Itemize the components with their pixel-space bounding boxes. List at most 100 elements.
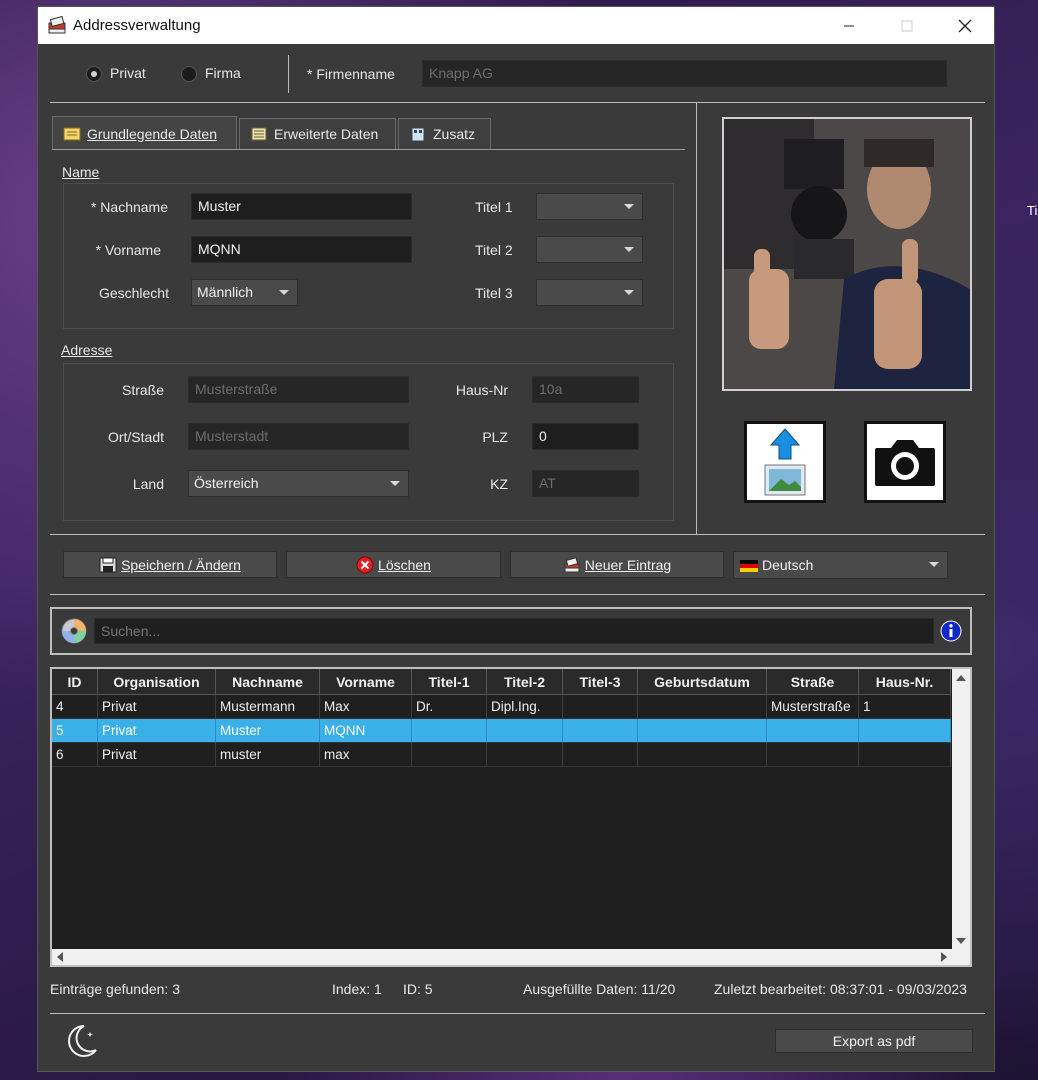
window-title: Addressverwaltung	[73, 17, 201, 34]
tab-zusatz[interactable]: Zusatz	[398, 118, 491, 149]
nachname-input[interactable]: Muster	[191, 193, 412, 220]
vertical-scrollbar[interactable]	[952, 669, 970, 965]
table-row[interactable]: 5 Privat Muster MQNN	[52, 719, 951, 743]
new-entry-button[interactable]: Neuer Eintrag	[510, 551, 724, 578]
photo-image	[724, 119, 970, 389]
ort-input[interactable]: Musterstadt	[188, 423, 409, 450]
column-header[interactable]: Nachname	[216, 669, 320, 695]
save-button[interactable]: Speichern / Ändern	[63, 551, 277, 578]
kz-label: KZ	[490, 476, 508, 492]
scroll-right-icon[interactable]	[940, 952, 948, 962]
table-cell	[412, 743, 487, 767]
strasse-input[interactable]: Musterstraße	[188, 376, 409, 403]
table-cell	[563, 695, 638, 719]
column-header[interactable]: Haus-Nr.	[859, 669, 951, 695]
titel3-label: Titel 3	[475, 285, 513, 301]
strasse-label: Straße	[121, 382, 164, 398]
plz-input[interactable]: 0	[532, 423, 639, 450]
titel1-label: Titel 1	[475, 199, 513, 215]
titel1-select[interactable]	[536, 193, 643, 220]
nachname-label: * Nachname	[90, 199, 168, 215]
ort-label: Ort/Stadt	[107, 429, 164, 445]
firmenname-input[interactable]: Knapp AG	[422, 60, 947, 87]
column-header[interactable]: Titel-1	[412, 669, 487, 695]
kz-input[interactable]: AT	[532, 470, 639, 497]
horizontal-scrollbar[interactable]	[52, 949, 954, 965]
tab-erweiterte-daten[interactable]: Erweiterte Daten	[239, 118, 396, 149]
geschlecht-select[interactable]: Männlich	[191, 279, 298, 306]
maximize-icon	[901, 20, 913, 31]
table-cell: Dipl.Ing.	[487, 695, 563, 719]
filled-status: Ausgefüllte Daten: 11/20	[523, 981, 676, 997]
table-cell	[563, 719, 638, 743]
card-icon	[63, 127, 81, 140]
last-edit-status: Zuletzt bearbeitet: 08:37:01 - 09/03/202…	[714, 981, 967, 997]
profile-photo	[722, 117, 972, 391]
table-cell: Muster	[216, 719, 320, 743]
titel3-select[interactable]	[536, 279, 643, 306]
tab-grundlegende-daten[interactable]: Grundlegende Daten	[52, 116, 237, 150]
save-label: Speichern / Ändern	[121, 556, 241, 573]
table-row[interactable]: 4 Privat Mustermann Max Dr. Dipl.Ing. Musterst…	[52, 695, 951, 719]
table-cell: 6	[52, 743, 98, 767]
scroll-up-icon[interactable]	[956, 674, 966, 682]
geschlecht-label: Geschlecht	[98, 285, 169, 301]
column-header[interactable]: Straße	[767, 669, 859, 695]
maximize-button[interactable]	[884, 7, 930, 44]
table-cell: Dr.	[412, 695, 487, 719]
column-header[interactable]: ID	[52, 669, 98, 695]
chevron-down-icon	[929, 562, 939, 567]
column-header[interactable]: Vorname	[320, 669, 412, 695]
entries-found: Einträge gefunden: 3	[50, 981, 180, 997]
new-entry-label: Neuer Eintrag	[584, 556, 672, 573]
divider	[50, 594, 985, 595]
entries-table: ID Organisation Nachname Vorname Titel-1 Tite…	[50, 667, 972, 967]
table-cell: Max	[320, 695, 412, 719]
language-value: Deutsch	[762, 557, 814, 573]
vorname-input[interactable]: MQNN	[191, 236, 412, 263]
radio-firma-label: Firma	[205, 65, 241, 81]
language-select[interactable]: Deutsch	[733, 551, 948, 579]
column-header[interactable]: Organisation	[98, 669, 216, 695]
export-pdf-button[interactable]: Export as pdf	[775, 1029, 973, 1053]
table-cell: Mustermann	[216, 695, 320, 719]
id-status: ID: 5	[403, 981, 433, 997]
delete-button[interactable]: Löschen	[286, 551, 501, 578]
firmenname-label: * Firmenname	[307, 66, 395, 82]
table-cell	[638, 719, 767, 743]
upload-image-button[interactable]	[744, 421, 826, 503]
radio-firma[interactable]	[181, 66, 197, 82]
radio-privat[interactable]	[86, 66, 102, 82]
table-cell	[767, 719, 859, 743]
table-cell	[412, 719, 487, 743]
chevron-down-icon	[624, 247, 634, 252]
german-flag-icon	[740, 560, 758, 573]
land-select[interactable]: Österreich	[188, 470, 409, 497]
divider	[50, 102, 985, 103]
table-row[interactable]: 6 Privat muster max	[52, 743, 951, 767]
camera-button[interactable]	[864, 421, 946, 503]
column-header[interactable]: Titel-2	[487, 669, 563, 695]
search-input[interactable]	[94, 618, 934, 644]
chevron-down-icon	[624, 204, 634, 209]
table-cell	[859, 743, 951, 767]
table-cell	[487, 719, 563, 743]
divider	[288, 55, 289, 93]
scroll-down-icon[interactable]	[956, 937, 966, 945]
hausnr-input[interactable]: 10a	[532, 376, 639, 403]
table-cell: 5	[52, 719, 98, 743]
app-window: Addressverwaltung Privat Firma * Firmenn…	[37, 6, 995, 1072]
titel2-select[interactable]	[536, 236, 643, 263]
divider	[50, 534, 985, 535]
minimize-button[interactable]	[826, 7, 872, 44]
title-bar[interactable]: Addressverwaltung	[38, 7, 994, 44]
close-button[interactable]	[942, 7, 988, 44]
column-header[interactable]: Titel-3	[563, 669, 638, 695]
scroll-left-icon[interactable]	[56, 952, 64, 962]
moon-icon[interactable]	[66, 1024, 98, 1058]
disc-icon	[61, 618, 87, 644]
info-icon[interactable]	[940, 620, 962, 642]
table-cell	[638, 743, 767, 767]
building-icon	[411, 127, 425, 141]
column-header[interactable]: Geburtsdatum	[638, 669, 767, 695]
